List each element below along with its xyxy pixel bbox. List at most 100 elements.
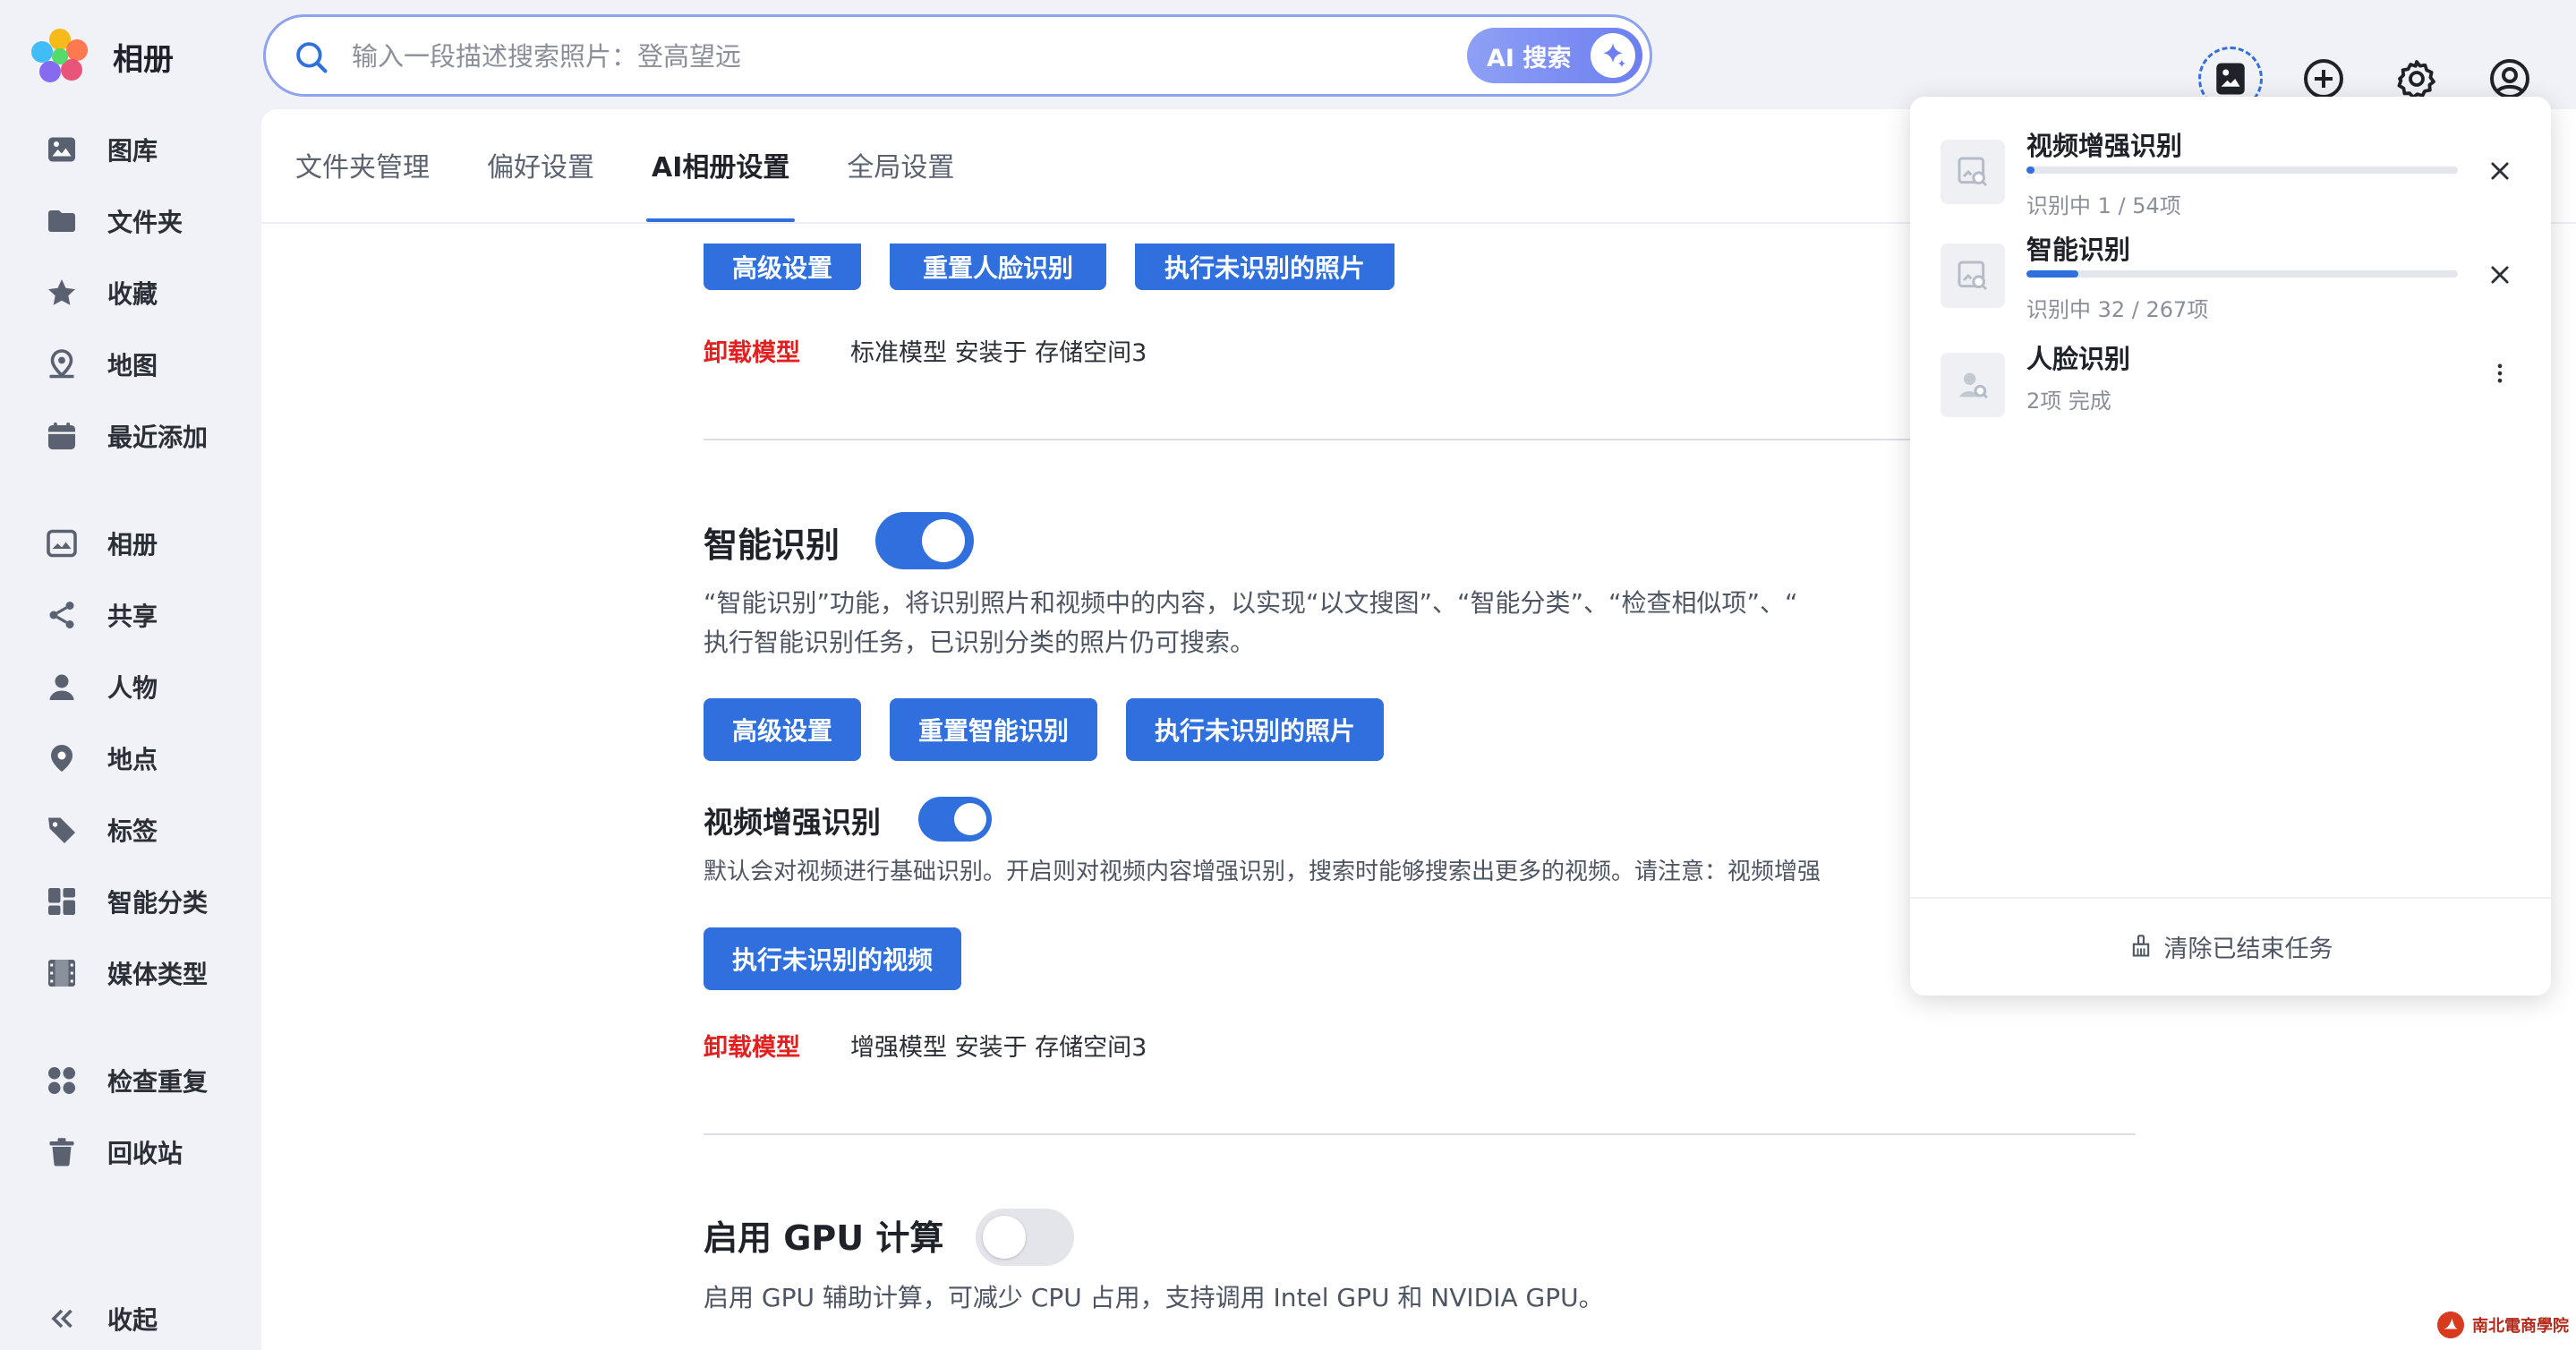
photos-logo-icon (31, 29, 88, 82)
sidebar-item-label: 媒体类型 (107, 960, 209, 989)
ai-search-label: AI 搜索 (1487, 44, 1572, 73)
smart-advanced-settings-button[interactable]: 高级设置 (704, 698, 861, 761)
sidebar: 相册 图库 文件夹 收藏 地图 最近添加 相册 共享 人物 地点 标签 智能分类… (0, 0, 261, 1350)
search-bar: AI 搜索 (263, 14, 1652, 97)
sidebar-item-gallery[interactable]: 图库 (0, 120, 261, 179)
sidebar-item-label: 最近添加 (107, 423, 209, 452)
watermark-logo-icon (2437, 1312, 2464, 1338)
person-search-icon (1941, 353, 2005, 417)
gpu-compute-toggle[interactable] (976, 1209, 1074, 1266)
app-title: 相册 (113, 41, 174, 78)
video-enhanced-title: 视频增强识别 (704, 805, 881, 840)
tag-icon (45, 813, 79, 847)
tab-ai-album-settings[interactable]: AI相册设置 (645, 145, 796, 222)
task-popover: 视频增强识别 识别中 1 / 54项 智能识别 识别中 32 / 267项 人脸… (1910, 97, 2551, 995)
duplicate-icon (45, 1064, 79, 1098)
settings-tabs: 文件夹管理 偏好设置 AI相册设置 全局设置 (295, 145, 1011, 222)
film-icon (45, 956, 79, 990)
smart-recognition-toggle[interactable] (875, 512, 974, 569)
sidebar-item-label: 地点 (107, 745, 158, 774)
video-unload-model-link[interactable]: 卸载模型 (704, 1028, 800, 1063)
grid-icon (45, 884, 79, 919)
image-search-icon (1941, 140, 2005, 204)
photo-task-icon (2216, 63, 2245, 95)
sidebar-collapse-label: 收起 (107, 1305, 158, 1335)
task-item: 视频增强识别 识别中 1 / 54项 (1941, 125, 2522, 224)
task-item: 人脸识别 2项 完成 (1941, 338, 2522, 437)
sidebar-item-label: 相册 (107, 530, 158, 560)
sidebar-item-label: 共享 (107, 602, 158, 631)
sidebar-collapse-button[interactable]: 收起 (0, 1289, 261, 1348)
sidebar-item-tags[interactable]: 标签 (0, 800, 261, 859)
close-icon (2491, 266, 2509, 284)
sidebar-item-duplicates[interactable]: 检查重复 (0, 1051, 261, 1110)
sidebar-item-label: 标签 (107, 816, 158, 846)
tab-preferences[interactable]: 偏好设置 (487, 145, 594, 222)
task-status: 2项 完成 (2026, 389, 2111, 414)
task-name: 人脸识别 (2026, 344, 2131, 374)
album-icon (45, 526, 79, 560)
broom-icon (2132, 935, 2149, 957)
clear-finished-tasks-button[interactable]: 清除已结束任务 (1910, 899, 2551, 994)
sidebar-item-trash[interactable]: 回收站 (0, 1123, 261, 1182)
sidebar-item-share[interactable]: 共享 (0, 585, 261, 645)
video-enhanced-toggle[interactable] (918, 797, 992, 842)
tab-folder-management[interactable]: 文件夹管理 (295, 145, 430, 222)
task-progress-bar (2026, 167, 2458, 174)
search-icon (293, 38, 330, 80)
smart-run-unrecognized-photos-button[interactable]: 执行未识别的照片 (1126, 698, 1384, 761)
location-icon (45, 741, 79, 775)
reset-face-recognition-button[interactable]: 重置人脸识别 (890, 244, 1106, 290)
user-circle-icon (2490, 59, 2529, 98)
sidebar-item-label: 图库 (107, 136, 158, 166)
gpu-compute-desc: 启用 GPU 辅助计算，可减少 CPU 占用，支持调用 Intel GPU 和 … (704, 1283, 1604, 1312)
sidebar-item-smart-category[interactable]: 智能分类 (0, 872, 261, 931)
tab-global-settings[interactable]: 全局设置 (847, 145, 954, 222)
sidebar-item-map[interactable]: 地图 (0, 335, 261, 394)
task-progress-bar (2026, 270, 2458, 278)
sidebar-item-label: 智能分类 (107, 888, 209, 918)
sidebar-item-albums[interactable]: 相册 (0, 514, 261, 573)
close-icon (2491, 162, 2509, 180)
sidebar-item-media-type[interactable]: 媒体类型 (0, 944, 261, 1003)
task-progress-fill (2026, 167, 2034, 174)
toggle-knob (922, 519, 965, 562)
toggle-knob (983, 1216, 1026, 1259)
sidebar-item-folder[interactable]: 文件夹 (0, 192, 261, 251)
section-divider (704, 1133, 2136, 1135)
image-icon (45, 132, 79, 167)
image-search-icon (1941, 244, 2005, 308)
sidebar-item-places[interactable]: 地点 (0, 729, 261, 788)
trash-icon (45, 1135, 79, 1169)
task-cancel-button[interactable] (2478, 149, 2522, 193)
task-name: 智能识别 (2026, 235, 2131, 265)
search-input[interactable] (352, 30, 1247, 83)
face-run-unrecognized-photos-button[interactable]: 执行未识别的照片 (1135, 244, 1395, 290)
app-brand[interactable]: 相册 (30, 27, 174, 86)
calendar-icon (45, 419, 79, 453)
star-icon (45, 276, 79, 310)
task-cancel-button[interactable] (2478, 252, 2522, 297)
sidebar-item-favorites[interactable]: 收藏 (0, 263, 261, 322)
smart-recognition-desc-line1: “智能识别”功能，将识别照片和视频中的内容，以实现“以文搜图”、“智能分类”、“… (704, 588, 1798, 618)
sidebar-item-label: 回收站 (107, 1139, 183, 1168)
gear-icon (2397, 60, 2435, 99)
sidebar-item-people[interactable]: 人物 (0, 657, 261, 716)
clear-finished-tasks-label: 清除已结束任务 (2163, 935, 2333, 963)
watermark: 南北電商學院 (2435, 1305, 2569, 1345)
double-chevron-left-icon (45, 1302, 79, 1336)
gpu-compute-title: 启用 GPU 计算 (704, 1218, 944, 1258)
reset-smart-recognition-button[interactable]: 重置智能识别 (890, 698, 1097, 761)
face-unload-model-link[interactable]: 卸载模型 (704, 333, 800, 368)
ai-search-button[interactable]: AI 搜索 (1467, 28, 1642, 83)
task-status: 识别中 1 / 54项 (2026, 193, 2181, 218)
video-model-info: 增强模型 安装于 存储空间3 (850, 1034, 1147, 1062)
task-more-button[interactable] (2478, 351, 2522, 396)
video-enhanced-desc: 默认会对视频进行基础识别。开启则对视频内容增强识别，搜索时能够搜索出更多的视频。… (704, 859, 1821, 885)
sidebar-item-recent[interactable]: 最近添加 (0, 406, 261, 466)
face-advanced-settings-button[interactable]: 高级设置 (704, 244, 861, 290)
task-item: 智能识别 识别中 32 / 267项 (1941, 229, 2522, 328)
run-unrecognized-videos-button[interactable]: 执行未识别的视频 (704, 927, 961, 990)
face-model-info: 标准模型 安装于 存储空间3 (850, 339, 1147, 367)
sidebar-item-label: 收藏 (107, 279, 158, 309)
